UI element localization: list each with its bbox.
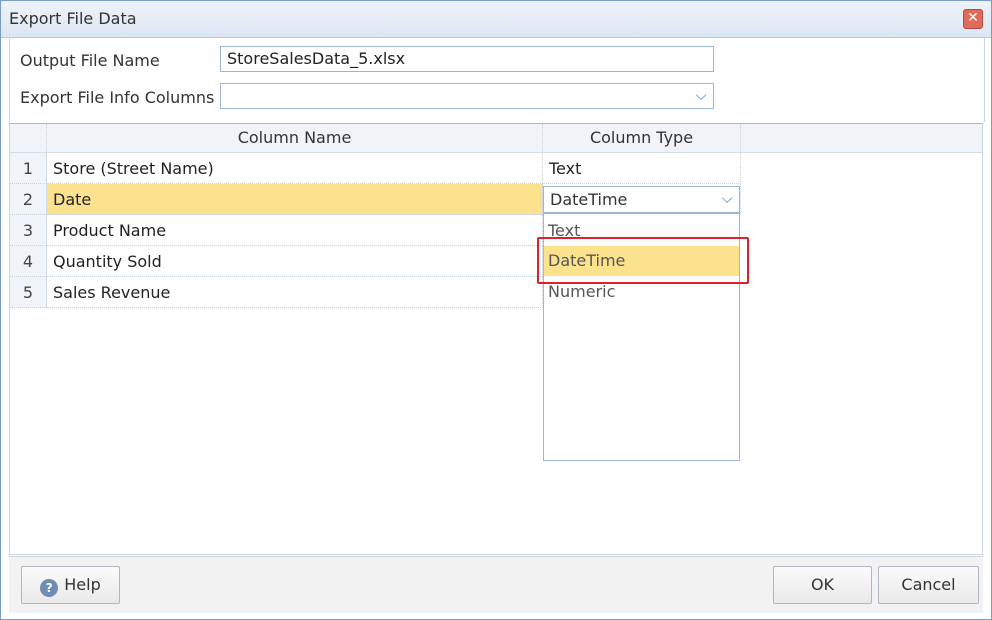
row-number-header [10,124,47,152]
output-file-name-input[interactable]: StoreSalesData_5.xlsx [220,46,714,72]
export-info-columns-select[interactable]: ⌵ [220,83,714,109]
column-name-header[interactable]: Column Name [47,124,543,152]
form-area: Output File Name StoreSalesData_5.xlsx E… [9,38,985,122]
row-number: 3 [10,215,47,246]
column-name-cell[interactable]: Product Name [47,215,543,246]
row-number: 2 [10,184,47,215]
help-button-label: Help [64,575,101,594]
output-file-name-label: Output File Name [20,51,160,70]
help-button[interactable]: ? Help [21,566,120,604]
title-bar: Export File Data ✕ [1,1,991,38]
row-number: 1 [10,153,47,184]
column-name-cell[interactable]: Date [47,184,543,215]
ok-button[interactable]: OK [773,566,872,604]
help-icon: ? [40,579,59,597]
dialog-footer: ? Help OK Cancel [9,556,983,613]
cancel-button[interactable]: Cancel [878,566,979,604]
row-number: 5 [10,277,47,308]
column-name-cell[interactable]: Sales Revenue [47,277,543,308]
chevron-down-icon[interactable]: ⌵ [716,188,738,210]
column-name-cell[interactable]: Store (Street Name) [47,153,543,184]
column-name-cell[interactable]: Quantity Sold [47,246,543,277]
column-type-cell[interactable]: Text [543,153,741,184]
close-icon[interactable]: ✕ [963,9,983,29]
export-info-columns-label: Export File Info Columns [20,88,215,107]
dialog-title: Export File Data [9,9,137,28]
column-type-select-value: DateTime [550,190,628,209]
table-row[interactable]: 2 Date DateTime ⌵ [10,184,742,215]
columns-grid: Column Name Column Type 1 Store (Street … [9,123,983,555]
chevron-down-icon[interactable]: ⌵ [690,85,712,107]
column-type-header[interactable]: Column Type [543,124,741,152]
export-file-data-dialog: Export File Data ✕ Output File Name Stor… [0,0,992,620]
highlight-annotation-box [537,237,749,284]
column-type-select[interactable]: DateTime ⌵ [543,186,740,213]
row-number: 4 [10,246,47,277]
grid-header-row: Column Name Column Type [10,124,982,153]
table-row[interactable]: 1 Store (Street Name) Text [10,153,742,184]
